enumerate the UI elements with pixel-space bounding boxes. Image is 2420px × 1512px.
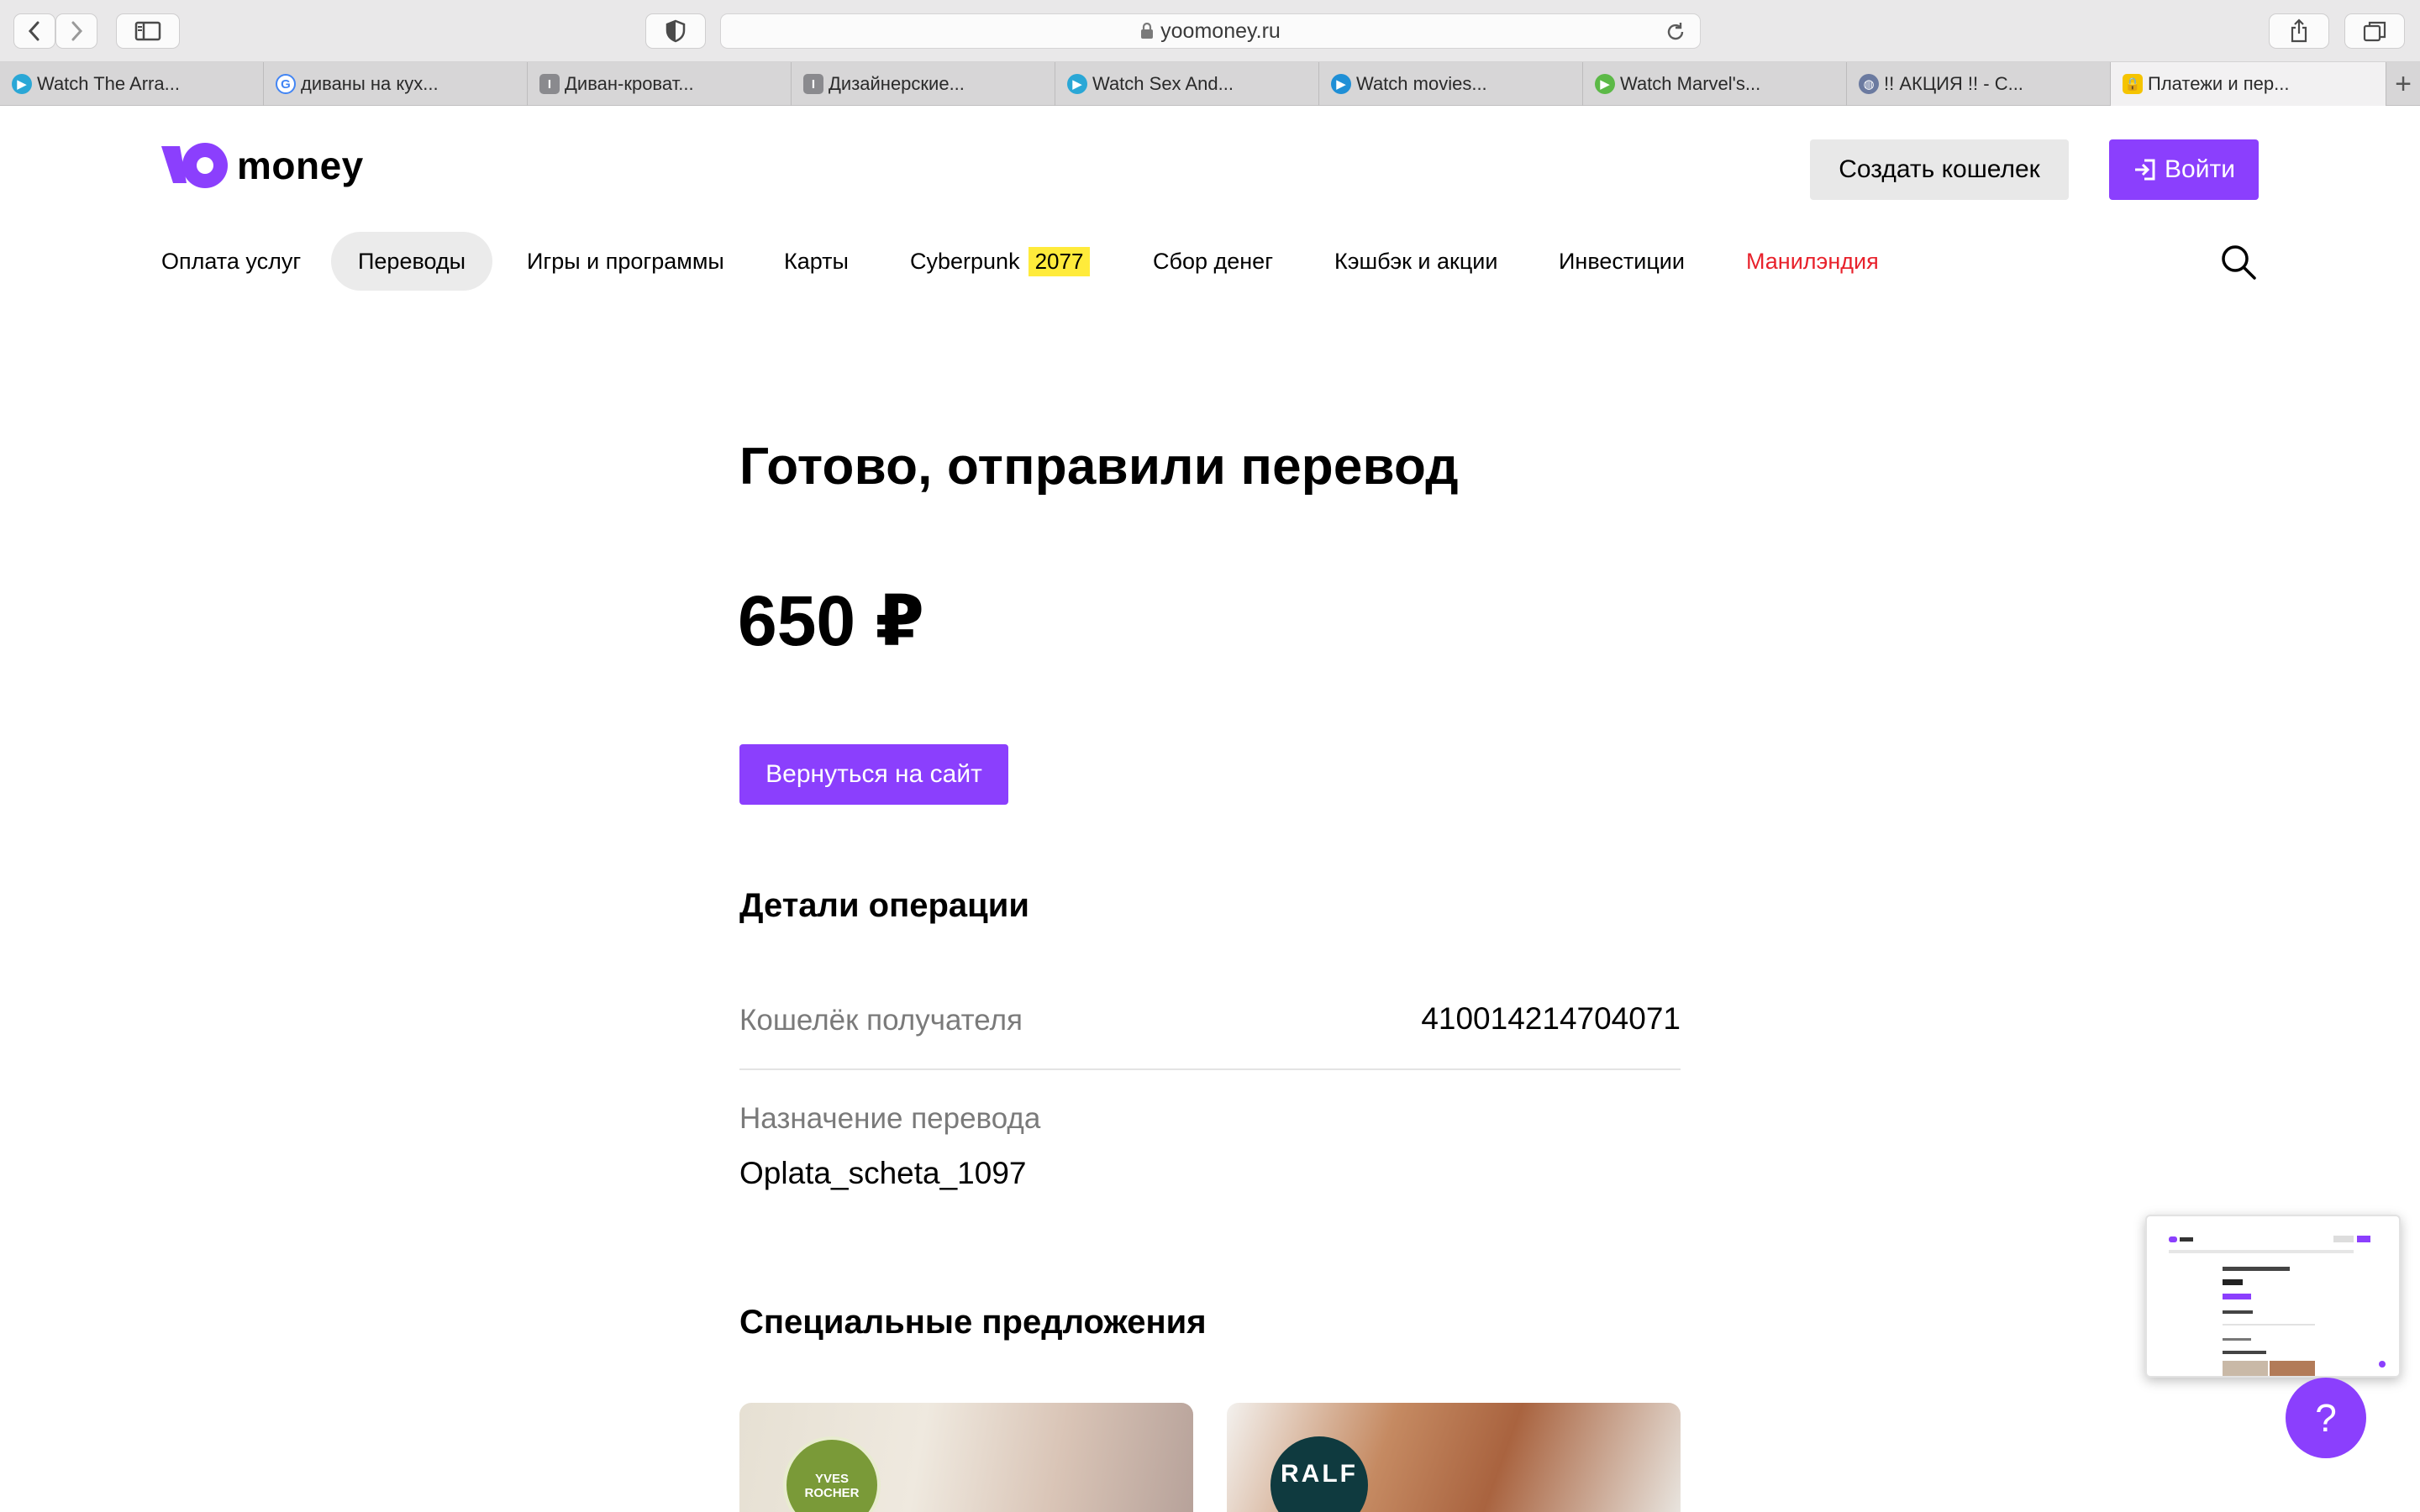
thumb-divider [2223, 1324, 2315, 1326]
tab-title: Watch Marvel's... [1620, 73, 1761, 94]
thumb-logo [2169, 1236, 2177, 1242]
chevron-left-icon [28, 21, 39, 41]
play-icon: ▶ [1331, 74, 1351, 94]
nav-item-payments[interactable]: Оплата услуг [161, 232, 301, 291]
browser-tab[interactable]: ◍ !! АКЦИЯ !! - С... [1847, 62, 2111, 106]
nav-item-cards[interactable]: Карты [784, 232, 849, 291]
shield-icon [666, 19, 686, 43]
nav-item-cyberpunk[interactable]: Cyberpunk 2077 [910, 232, 1091, 291]
login-button[interactable]: Войти [2109, 139, 2259, 200]
tab-title: !! АКЦИЯ !! - С... [1884, 73, 2023, 94]
tabs-icon [2363, 21, 2386, 42]
offer-card[interactable]: RALF [1227, 1403, 1681, 1512]
url-text: yoomoney.ru [1160, 18, 1281, 43]
back-button[interactable] [13, 13, 55, 49]
thumb-button [2223, 1294, 2251, 1299]
tab-title: Диван-кроват... [565, 73, 694, 94]
privacy-report-button[interactable] [645, 13, 706, 49]
thumb-offer [2270, 1361, 2315, 1376]
recipient-label: Кошелёк получателя [739, 1004, 1023, 1037]
nav-item-moneyland[interactable]: Манилэндия [1746, 232, 1879, 291]
recipient-value: 410014214704071 [1421, 1001, 1681, 1036]
thumb-heading [2223, 1310, 2253, 1314]
transfer-amount: 650 ₽ [738, 581, 924, 660]
new-tab-button[interactable]: + [2386, 62, 2420, 106]
tab-overview-button[interactable] [2344, 13, 2405, 49]
thumb-text [2223, 1338, 2251, 1341]
page-title: Готово, отправили перевод [739, 438, 1459, 496]
purpose-value: Oplata_scheta_1097 [739, 1156, 1027, 1190]
thumb-nav [2169, 1250, 2354, 1253]
play-icon: ▶ [1595, 74, 1615, 94]
browser-tab[interactable]: ▶ Watch Marvel's... [1583, 62, 1847, 106]
tab-title: Watch movies... [1356, 73, 1487, 94]
create-wallet-button[interactable]: Создать кошелек [1810, 139, 2069, 200]
nav-item-transfers[interactable]: Переводы [331, 232, 493, 291]
purpose-label: Назначение перевода [739, 1102, 1041, 1135]
sidebar-toggle-button[interactable] [116, 13, 180, 49]
chevron-right-icon [71, 21, 83, 41]
login-label: Войти [2165, 155, 2235, 183]
share-button[interactable] [2269, 13, 2329, 49]
thumb-help [2379, 1361, 2386, 1368]
promo-badge: 2077 [1028, 246, 1091, 276]
sidebar-icon [134, 21, 161, 41]
details-heading: Детали операции [739, 887, 1029, 924]
logo-text: money [237, 144, 364, 187]
browser-tab[interactable]: I Дизайнерские... [792, 62, 1055, 106]
nav-item-label: Cyberpunk [910, 248, 1020, 274]
brand-name: YVES ROCHER [804, 1472, 860, 1500]
thumb-button [2357, 1236, 2370, 1242]
reload-icon[interactable] [1665, 21, 1686, 43]
divider [739, 1068, 1681, 1070]
login-icon [2135, 159, 2155, 181]
brand-name: RALF [1281, 1460, 1358, 1488]
play-icon: ▶ [1067, 74, 1087, 94]
offer-card[interactable]: YVES ROCHER [739, 1403, 1193, 1512]
nav-item-fundraising[interactable]: Сбор денег [1153, 232, 1273, 291]
thumb-offer [2223, 1361, 2268, 1376]
nav-item-games[interactable]: Игры и программы [527, 232, 724, 291]
tab-title: диваны на кух... [301, 73, 439, 94]
thumb-button [2333, 1236, 2354, 1242]
browser-toolbar: yoomoney.ru [0, 0, 2420, 62]
yoomoney-logo[interactable]: money [161, 141, 364, 190]
site-icon: I [803, 74, 823, 94]
back-to-site-button[interactable]: Вернуться на сайт [739, 744, 1008, 805]
thumb-heading [2223, 1351, 2266, 1354]
lock-icon [1141, 23, 1154, 39]
help-button[interactable]: ? [2286, 1378, 2366, 1458]
tab-title: Watch Sex And... [1092, 73, 1234, 94]
site-icon: I [539, 74, 560, 94]
tab-title: Платежи и пер... [2148, 73, 2290, 94]
tab-title: Watch The Arra... [37, 73, 180, 94]
browser-tab[interactable]: ▶ Watch Sex And... [1055, 62, 1319, 106]
brand-logo: RALF [1270, 1436, 1368, 1512]
globe-icon: ◍ [1859, 74, 1879, 94]
brand-logo: YVES ROCHER [783, 1436, 881, 1512]
google-icon: G [276, 74, 296, 94]
thumb-title [2223, 1267, 2290, 1271]
browser-tab[interactable]: G диваны на кух... [264, 62, 528, 106]
forward-button[interactable] [55, 13, 97, 49]
play-icon: ▶ [12, 74, 32, 94]
thumb-logo-text [2180, 1237, 2193, 1242]
address-bar[interactable]: yoomoney.ru [720, 13, 1701, 49]
share-icon [2291, 18, 2307, 43]
browser-tab[interactable]: ▶ Watch The Arra... [0, 62, 264, 106]
nav-item-cashback[interactable]: Кэшбэк и акции [1334, 232, 1497, 291]
tab-title: Дизайнерские... [829, 73, 965, 94]
browser-tab[interactable]: I Диван-кроват... [528, 62, 792, 106]
browser-tab[interactable]: ▶ Watch movies... [1319, 62, 1583, 106]
screenshot-thumbnail[interactable] [2145, 1215, 2401, 1378]
yoomoney-logo-icon [161, 143, 228, 188]
browser-tab-active[interactable]: 🔒 Платежи и пер... [2111, 62, 2386, 106]
offers-heading: Специальные предложения [739, 1304, 1207, 1341]
lock-icon: 🔒 [2123, 74, 2143, 94]
thumb-amount [2223, 1279, 2243, 1285]
nav-item-investments[interactable]: Инвестиции [1559, 232, 1685, 291]
tab-bar: ▶ Watch The Arra... G диваны на кух... I… [0, 62, 2420, 106]
search-icon[interactable] [2220, 244, 2257, 281]
